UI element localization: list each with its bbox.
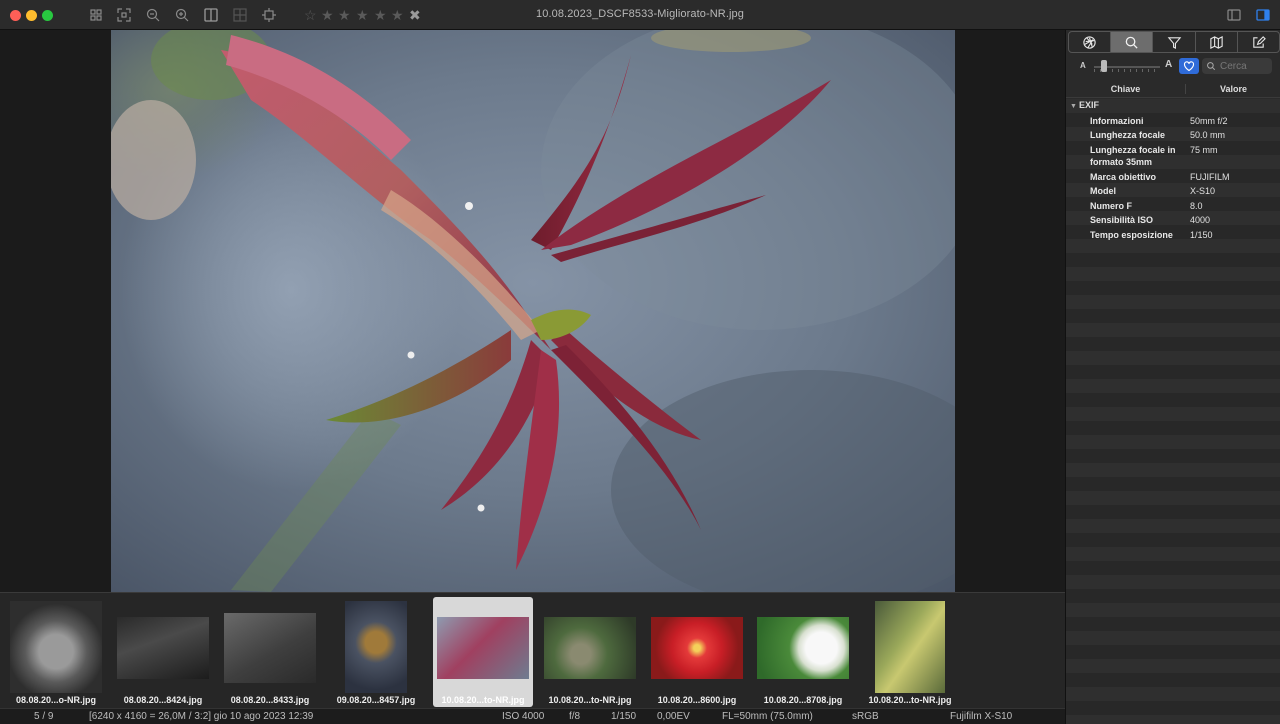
group-label: EXIF (1078, 100, 1099, 110)
favorites-button[interactable] (1179, 58, 1199, 74)
aperture-value: f/8 (569, 711, 581, 722)
exposure-value: 0,00EV (657, 711, 690, 722)
filmstrip-thumbnail[interactable]: 08.08.20...8433.jpg (220, 597, 320, 707)
thumbnail-caption: 08.08.20...8424.jpg (123, 695, 203, 705)
exif-value: 75 mm (1190, 145, 1218, 155)
map-icon (1210, 35, 1223, 49)
exif-value: X-S10 (1190, 186, 1216, 196)
tab-exif[interactable] (1069, 32, 1112, 52)
exif-key: Lunghezza focale in formato 35mm (1090, 145, 1176, 167)
metadata-search[interactable] (1202, 58, 1272, 74)
thumbnail-caption: 10.08.20...to-NR.jpg (441, 695, 525, 705)
heart-icon (1183, 61, 1195, 72)
exif-key: Sensibilità ISO (1090, 215, 1154, 225)
slider-knob[interactable] (1101, 60, 1107, 72)
column-value-header[interactable]: Valore (1186, 84, 1280, 94)
exif-group[interactable]: ▼ EXIF (1070, 100, 1099, 110)
filmstrip-thumbnail[interactable]: 10.08.20...to-NR.jpg (860, 597, 960, 707)
thumbnail-caption: 10.08.20...8708.jpg (763, 695, 843, 705)
search-icon (1125, 36, 1138, 49)
thumbnail-image (345, 601, 407, 693)
thumbnail-caption: 09.08.20...8457.jpg (336, 695, 416, 705)
font-size-row: A A (1066, 56, 1280, 78)
thumbnail-image (651, 617, 743, 679)
column-key-header[interactable]: Chiave (1066, 84, 1186, 94)
image-position: 5 / 9 (34, 711, 54, 722)
filmstrip-thumbnail[interactable]: 10.08.20...8708.jpg (753, 597, 853, 707)
image-info: [6240 x 4160 = 26,0M / 3:2] gio 10 ago 2… (89, 711, 314, 722)
exif-value: 50mm f/2 (1190, 116, 1228, 126)
exif-value: FUJIFILM (1190, 172, 1230, 182)
thumbnail-image (875, 601, 945, 693)
shutter-value: 1/150 (611, 711, 637, 722)
window-title: 10.08.2023_DSCF8533-Migliorato-NR.jpg (536, 8, 744, 20)
edit-icon (1253, 35, 1266, 48)
aperture-icon (1083, 35, 1096, 49)
tab-map[interactable] (1196, 32, 1238, 52)
table-header: Chiave Valore (1066, 81, 1280, 98)
status-bar: 5 / 9 [6240 x 4160 = 26,0M / 3:2] gio 10… (0, 708, 1065, 724)
filmstrip-thumbnail-selected[interactable]: 10.08.20...to-NR.jpg (433, 597, 533, 707)
filmstrip-thumbnail[interactable]: 10.08.20...to-NR.jpg (540, 597, 640, 707)
filmstrip-thumbnail[interactable]: 08.08.20...o-NR.jpg (6, 597, 106, 707)
exif-key: Informazioni (1090, 116, 1144, 126)
thumbnail-caption: 08.08.20...o-NR.jpg (15, 695, 97, 705)
focal-length-value: FL=50mm (75.0mm) (722, 711, 813, 722)
exif-key: Lunghezza focale (1090, 130, 1166, 140)
exif-value: 50.0 mm (1190, 130, 1226, 140)
thumbnail-image (437, 617, 529, 679)
filmstrip: 08.08.20...o-NR.jpg 08.08.20...8424.jpg … (0, 592, 1065, 708)
iso-value: ISO 4000 (502, 711, 545, 722)
thumbnail-caption: 10.08.20...to-NR.jpg (548, 695, 632, 705)
left-sidebar-toggle-icon[interactable] (1226, 7, 1242, 23)
thumbnail-image (117, 617, 209, 679)
exif-value: 8.0 (1190, 201, 1203, 211)
thumbnail-caption: 10.08.20...8600.jpg (657, 695, 737, 705)
exif-value: 4000 (1190, 215, 1211, 225)
tab-filter[interactable] (1153, 32, 1196, 52)
filmstrip-thumbnail[interactable]: 08.08.20...8424.jpg (113, 597, 213, 707)
tab-search[interactable] (1111, 32, 1154, 52)
right-sidebar-toggle-icon[interactable] (1255, 7, 1271, 23)
font-larger-label: A (1165, 59, 1173, 70)
filter-icon (1167, 36, 1181, 49)
exif-value: 1/150 (1190, 230, 1213, 240)
font-smaller-label: A (1080, 61, 1086, 70)
exif-key: Tempo esposizione (1090, 230, 1173, 240)
thumbnail-image (10, 601, 102, 693)
title-bar: ☆ ★ ★ ★ ★ ★ ✖ 10.08.2023_DSCF8533-Miglio… (0, 0, 1280, 30)
main-photo[interactable] (111, 30, 955, 592)
exif-key: Marca obiettivo (1090, 172, 1157, 182)
search-input[interactable] (1220, 59, 1270, 73)
thumbnail-image (544, 617, 636, 679)
filmstrip-thumbnail[interactable]: 09.08.20...8457.jpg (326, 597, 426, 707)
colorspace-value: sRGB (852, 711, 879, 722)
camera-model: Fujifilm X-S10 (950, 711, 1013, 722)
panel-tabs (1068, 31, 1280, 53)
tab-edit[interactable] (1238, 32, 1279, 52)
exif-key: Numero F (1090, 201, 1133, 211)
image-viewer[interactable] (0, 30, 1065, 592)
thumbnail-image (757, 617, 849, 679)
thumbnail-caption: 08.08.20...8433.jpg (230, 695, 310, 705)
exif-key: Model (1090, 186, 1116, 196)
chevron-down-icon[interactable]: ▼ (1070, 103, 1077, 110)
thumbnail-image (224, 613, 316, 683)
app-window: ☆ ★ ★ ★ ★ ★ ✖ 10.08.2023_DSCF8533-Miglio… (0, 0, 1280, 724)
search-icon (1207, 62, 1216, 71)
thumbnail-caption: 10.08.20...to-NR.jpg (868, 695, 952, 705)
metadata-panel: A A Chiave Valore ▼EXIF Informazioni 50m… (1065, 30, 1280, 724)
filmstrip-thumbnail[interactable]: 10.08.20...8600.jpg (647, 597, 747, 707)
